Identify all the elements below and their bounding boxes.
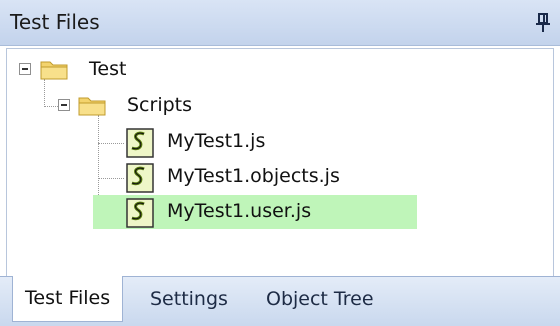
test-files-panel: Test Files Test Scripts MyTest1.js MyTes… [0, 0, 560, 326]
collapse-toggle[interactable] [19, 63, 31, 75]
tree-connector [98, 178, 124, 179]
tree-node-label: Test [89, 58, 127, 80]
script-icon [126, 128, 154, 158]
tree-node-label: MyTest1.user.js [167, 200, 312, 222]
panel-title-bar: Test Files [0, 0, 560, 46]
pin-icon[interactable] [536, 13, 550, 33]
folder-icon [40, 61, 68, 80]
tab-object-tree[interactable]: Object Tree [254, 277, 386, 321]
tree-node-label: MyTest1.objects.js [167, 165, 340, 187]
tab-test-files[interactable]: Test Files [12, 276, 124, 322]
tree-node-label: MyTest1.js [167, 130, 266, 152]
file-tree: Test Scripts MyTest1.js MyTest1.objects.… [6, 48, 554, 276]
panel-title: Test Files [10, 10, 100, 34]
tree-node-label: Scripts [127, 94, 193, 116]
script-icon [126, 198, 154, 228]
script-icon [126, 163, 154, 193]
panel-tab-strip: Test Files Settings Object Tree [0, 276, 560, 326]
tree-connector [44, 79, 45, 107]
tab-settings[interactable]: Settings [138, 277, 240, 321]
folder-icon [78, 97, 106, 116]
collapse-toggle[interactable] [58, 99, 70, 111]
tree-connector [98, 143, 124, 144]
